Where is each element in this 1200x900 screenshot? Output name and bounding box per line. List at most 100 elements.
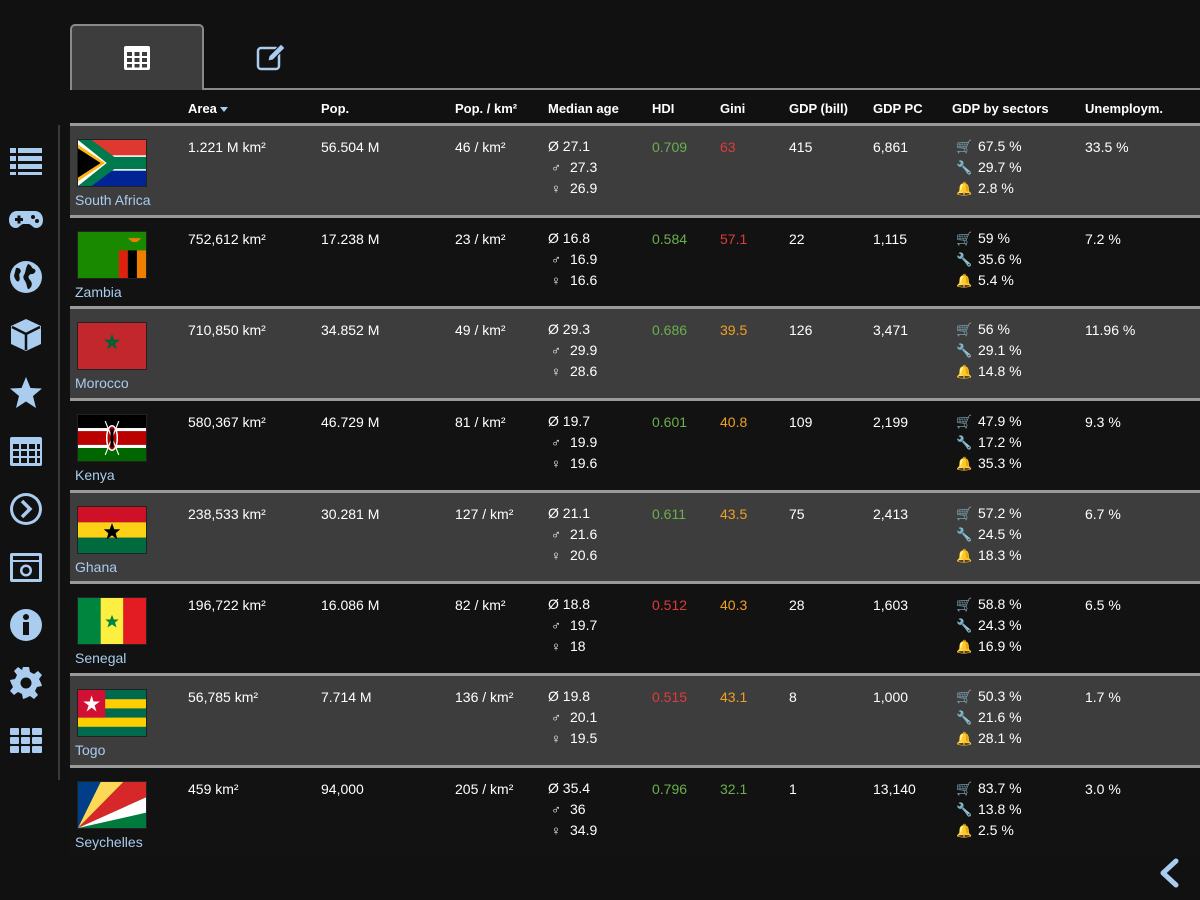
chevron-left-icon[interactable] bbox=[1156, 858, 1182, 888]
age-average: Ø 21.1 bbox=[548, 504, 591, 521]
table-row[interactable]: Morocco 710,850 km² 34.852 M 49 / km² Ø … bbox=[70, 306, 1200, 399]
tab-table[interactable] bbox=[70, 24, 204, 90]
col-unemployment[interactable]: Unemploym. bbox=[1085, 101, 1163, 116]
sidebar-item-gallery[interactable] bbox=[7, 548, 45, 586]
country-name[interactable]: Ghana bbox=[75, 559, 117, 575]
gdp-value: 415 bbox=[789, 139, 813, 155]
bell-icon: 🔔 bbox=[956, 364, 973, 380]
country-name[interactable]: Zambia bbox=[75, 284, 122, 300]
table-row[interactable]: Zambia 752,612 km² 17.238 M 23 / km² Ø 1… bbox=[70, 214, 1200, 307]
sidebar-item-3d[interactable] bbox=[7, 316, 45, 354]
gini-value: 39.5 bbox=[720, 322, 748, 339]
sector-industry: 17.2 % bbox=[978, 434, 1022, 451]
cart-icon: 🛒 bbox=[956, 322, 973, 338]
bell-icon: 🔔 bbox=[956, 272, 973, 288]
col-gdp-sectors[interactable]: GDP by sectors bbox=[952, 101, 1049, 116]
area-value: 56,785 km² bbox=[188, 689, 259, 706]
cart-icon: 🛒 bbox=[956, 689, 973, 705]
sidebar-item-table[interactable] bbox=[7, 432, 45, 470]
sidebar-item-games[interactable] bbox=[7, 200, 45, 238]
col-median-age[interactable]: Median age bbox=[548, 101, 619, 116]
area-value: 580,367 km² bbox=[188, 414, 266, 431]
female-icon: ♀ bbox=[551, 547, 561, 563]
male-icon: ♂ bbox=[551, 160, 561, 175]
table-row[interactable]: Togo 56,785 km² 7.714 M 136 / km² Ø 19.8… bbox=[70, 673, 1200, 765]
col-gini[interactable]: Gini bbox=[720, 101, 745, 116]
table-row[interactable]: Ghana 238,533 km² 30.281 M 127 / km² Ø 2… bbox=[70, 489, 1200, 582]
median-age-stack: Ø 18.8 ♂ 19.7 ♀ 18 bbox=[548, 594, 597, 657]
col-area[interactable]: Area bbox=[188, 101, 228, 116]
median-age-stack: Ø 35.4 ♂ 36 ♀ 34.9 bbox=[548, 778, 597, 841]
gdp-sectors-stack: 🛒 56 % 🔧 29.1 % 🔔 14.8 % bbox=[956, 319, 1022, 382]
sidebar-item-list[interactable] bbox=[7, 142, 45, 180]
country-name[interactable]: Kenya bbox=[75, 467, 115, 483]
female-icon: ♀ bbox=[551, 639, 561, 655]
table-row[interactable]: Senegal 196,722 km² 16.086 M 82 / km² Ø … bbox=[70, 581, 1200, 674]
sector-services: 57.2 % bbox=[978, 504, 1022, 521]
pop-value: 17.238 M bbox=[321, 230, 380, 247]
table-icon bbox=[124, 46, 150, 70]
gdp-sectors-stack: 🛒 67.5 % 🔧 29.7 % 🔔 2.8 % bbox=[956, 136, 1022, 199]
gdp-value: 1 bbox=[789, 780, 797, 797]
sector-agriculture: 16.9 % bbox=[978, 638, 1022, 655]
sidebar-item-info[interactable] bbox=[7, 606, 45, 644]
col-density[interactable]: Pop. / km² bbox=[455, 101, 517, 116]
flag-ghana bbox=[77, 505, 147, 554]
bell-icon: 🔔 bbox=[956, 731, 973, 747]
sidebar-item-apps[interactable] bbox=[7, 722, 45, 760]
col-pop[interactable]: Pop. bbox=[321, 101, 349, 116]
sidebar-item-settings[interactable] bbox=[7, 664, 45, 702]
sidebar-item-favorites[interactable] bbox=[7, 374, 45, 412]
country-name[interactable]: Morocco bbox=[75, 375, 129, 391]
sidebar-item-world[interactable] bbox=[7, 258, 45, 296]
gdp-pc-value: 3,471 bbox=[873, 322, 909, 339]
female-icon: ♀ bbox=[551, 456, 561, 472]
unemployment-value: 9.3 % bbox=[1085, 414, 1121, 431]
age-female: 18 bbox=[570, 638, 586, 655]
sidebar-item-forward[interactable] bbox=[7, 490, 45, 528]
arrow-circle-icon bbox=[10, 493, 42, 525]
table-row[interactable]: Kenya 580,367 km² 46.729 M 81 / km² Ø 19… bbox=[70, 398, 1200, 490]
sector-agriculture: 2.5 % bbox=[978, 821, 1014, 838]
age-female: 20.6 bbox=[570, 546, 598, 563]
country-name[interactable]: Seychelles bbox=[75, 834, 143, 850]
median-age-stack: Ø 29.3 ♂ 29.9 ♀ 28.6 bbox=[548, 319, 597, 382]
col-gdp-pc[interactable]: GDP PC bbox=[873, 101, 923, 116]
bell-icon: 🔔 bbox=[956, 822, 973, 838]
unemployment-value: 6.7 % bbox=[1085, 505, 1121, 522]
col-gdp[interactable]: GDP (bill) bbox=[789, 101, 848, 116]
cube-icon bbox=[11, 319, 41, 351]
gdp-sectors-stack: 🛒 50.3 % 🔧 21.6 % 🔔 28.1 % bbox=[956, 686, 1022, 749]
gdp-value: 75 bbox=[789, 505, 805, 522]
table-icon bbox=[10, 437, 42, 466]
age-male: 27.3 bbox=[570, 159, 598, 175]
col-hdi[interactable]: HDI bbox=[652, 101, 674, 116]
age-female: 16.6 bbox=[570, 271, 598, 288]
cart-icon: 🛒 bbox=[956, 414, 973, 430]
pop-value: 46.729 M bbox=[321, 414, 380, 431]
wrench-icon: 🔧 bbox=[956, 801, 973, 817]
sector-services: 56 % bbox=[978, 321, 1010, 338]
gini-value: 63 bbox=[720, 139, 736, 155]
table-row[interactable]: South Africa 1.221 M km² 56.504 M 46 / k… bbox=[70, 123, 1200, 215]
country-name[interactable]: South Africa bbox=[75, 192, 151, 208]
sector-industry: 13.8 % bbox=[978, 800, 1022, 817]
country-name[interactable]: Togo bbox=[75, 742, 105, 758]
sector-industry: 29.7 % bbox=[978, 159, 1022, 175]
area-value: 196,722 km² bbox=[188, 597, 266, 614]
sort-down-icon bbox=[219, 107, 228, 113]
country-name[interactable]: Senegal bbox=[75, 650, 126, 666]
flag-kenya bbox=[77, 414, 147, 463]
female-icon: ♀ bbox=[551, 364, 561, 380]
hdi-value: 0.515 bbox=[652, 689, 688, 706]
gdp-pc-value: 2,413 bbox=[873, 505, 909, 522]
density-value: 49 / km² bbox=[455, 322, 506, 339]
grid-icon bbox=[10, 728, 42, 753]
gdp-sectors-stack: 🛒 57.2 % 🔧 24.5 % 🔔 18.3 % bbox=[956, 503, 1022, 566]
hdi-value: 0.796 bbox=[652, 780, 688, 797]
gdp-sectors-stack: 🛒 47.9 % 🔧 17.2 % 🔔 35.3 % bbox=[956, 411, 1022, 474]
cart-icon: 🛒 bbox=[956, 230, 973, 246]
table-row[interactable]: Seychelles 459 km² 94,000 205 / km² Ø 35… bbox=[70, 764, 1200, 857]
tab-edit[interactable] bbox=[204, 24, 338, 90]
density-value: 81 / km² bbox=[455, 414, 506, 431]
